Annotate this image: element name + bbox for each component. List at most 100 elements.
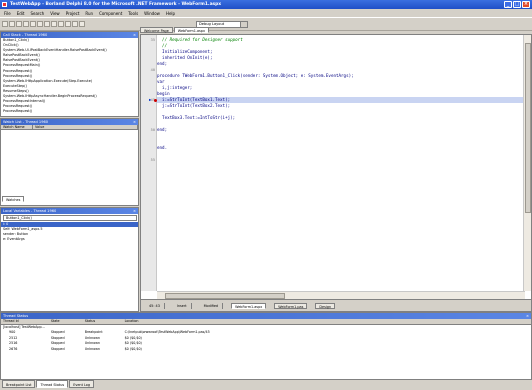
thread-location: $0 ($0,$0) bbox=[124, 346, 142, 351]
title-bar: TestWebApp - Borland Delphi 8.0 for the … bbox=[0, 0, 532, 9]
menu-component[interactable]: Component bbox=[99, 11, 122, 16]
save-icon[interactable] bbox=[16, 21, 22, 27]
local-vars-list: i: 0 Self: WebForm1_aspx.5 sender: Butto… bbox=[1, 222, 138, 242]
menu-edit[interactable]: Edit bbox=[17, 11, 25, 16]
scope-combo[interactable]: Button1_Click() bbox=[3, 215, 137, 221]
column-header-state[interactable]: State bbox=[49, 319, 83, 324]
code-text: procedure TWebForm1.Button1_Click(sender… bbox=[157, 73, 354, 78]
tab-webform1-pas[interactable]: WebForm1.pas bbox=[274, 302, 308, 309]
call-stack-panel: Call Stack - Thread 1960 × Button1_Click… bbox=[0, 31, 139, 117]
menu-search[interactable]: Search bbox=[30, 11, 44, 16]
thread-id: 2676 bbox=[9, 346, 18, 351]
execution-point-icon: ▶ bbox=[149, 97, 152, 102]
code-text: i:=StrToInt(TextBox1.Text); bbox=[157, 97, 231, 102]
watch-title: Watch List - Thread 1960 × bbox=[1, 119, 138, 125]
thread-state: Stopped bbox=[50, 346, 65, 351]
cursor-position: 45: 43 bbox=[145, 302, 165, 309]
maximize-button[interactable]: □ bbox=[513, 1, 521, 8]
close-icon[interactable]: × bbox=[526, 313, 529, 319]
vertical-scrollbar[interactable] bbox=[523, 35, 531, 291]
menu-bar: File Edit Search View Project Run Compon… bbox=[0, 9, 532, 17]
watch-tabs: Watches bbox=[2, 196, 25, 202]
column-header-status[interactable]: Status bbox=[83, 319, 123, 324]
code-text: var bbox=[157, 79, 165, 84]
local-vars-title: Local Variables - Thread 1960 × bbox=[1, 208, 138, 214]
tab-webform1[interactable]: WebForm1.aspx bbox=[173, 27, 209, 33]
tab-breakpoint-list[interactable]: Breakpoint List bbox=[2, 380, 36, 388]
copy-icon[interactable] bbox=[37, 21, 43, 27]
tab-event-log[interactable]: Event Log bbox=[69, 380, 95, 388]
editor-tabs: Welcome Page WebForm1.aspx bbox=[140, 27, 209, 33]
editor-status-bar: 45: 43 Insert Modified WebForm1.aspx Web… bbox=[141, 299, 531, 311]
scroll-thumb[interactable] bbox=[525, 43, 531, 213]
code-text: end; bbox=[157, 127, 168, 132]
undo-icon[interactable] bbox=[51, 21, 57, 27]
horizontal-scrollbar[interactable] bbox=[157, 291, 525, 299]
close-button[interactable]: × bbox=[522, 1, 530, 8]
code-text: i,j:integer; bbox=[157, 85, 193, 90]
run-icon[interactable] bbox=[58, 21, 64, 27]
modified-state: Modified bbox=[200, 302, 224, 309]
editor-gutter[interactable] bbox=[141, 35, 157, 291]
pause-icon[interactable] bbox=[65, 21, 71, 27]
insert-mode: Insert bbox=[173, 302, 192, 309]
column-header-value[interactable]: Value bbox=[33, 125, 138, 129]
breakpoint-icon[interactable] bbox=[154, 98, 157, 102]
menu-tools[interactable]: Tools bbox=[128, 11, 138, 16]
thread-status-title: Thread Status × bbox=[1, 313, 531, 319]
code-text: end. bbox=[157, 145, 168, 150]
menu-window[interactable]: Window bbox=[144, 11, 160, 16]
watch-header: Watch Name Value bbox=[1, 125, 138, 130]
menu-file[interactable]: File bbox=[4, 11, 11, 16]
column-header-watch-name[interactable]: Watch Name bbox=[1, 125, 33, 129]
menu-run[interactable]: Run bbox=[85, 11, 93, 16]
save-all-icon[interactable] bbox=[23, 21, 29, 27]
app-icon bbox=[2, 2, 7, 7]
call-stack-list: Button1_Click() OnClick() System.Web.UI.… bbox=[1, 38, 138, 114]
code-lines: 35 // Required for Designer support // I… bbox=[149, 37, 523, 163]
menu-project[interactable]: Project bbox=[66, 11, 80, 16]
thread-status-panel: Thread Status × Thread Id State Status L… bbox=[0, 312, 532, 380]
tab-watches[interactable]: Watches bbox=[2, 196, 25, 202]
code-text: TextBox3.Text:=IntToStr(i+j); bbox=[157, 115, 236, 120]
close-icon[interactable]: × bbox=[133, 208, 136, 214]
window-title: TestWebApp - Borland Delphi 8.0 for the … bbox=[10, 2, 222, 7]
step-into-icon[interactable] bbox=[79, 21, 85, 27]
thread-status: Unknown bbox=[84, 346, 101, 351]
column-header-thread-id[interactable]: Thread Id bbox=[1, 319, 49, 324]
menu-view[interactable]: View bbox=[50, 11, 60, 16]
menu-help[interactable]: Help bbox=[166, 11, 175, 16]
call-stack-title-text: Call Stack - Thread 1960 bbox=[3, 33, 48, 37]
code-text: InitializeComponent; bbox=[157, 49, 213, 54]
code-editor[interactable]: 35 // Required for Designer support // I… bbox=[140, 34, 532, 312]
debug-window-tabs: Breakpoint List Thread Status Event Log bbox=[0, 380, 532, 390]
tab-welcome-page[interactable]: Welcome Page bbox=[140, 27, 173, 33]
cut-icon[interactable] bbox=[30, 21, 36, 27]
step-over-icon[interactable] bbox=[72, 21, 78, 27]
code-text: end; bbox=[157, 61, 168, 66]
code-line[interactable]: 55 bbox=[151, 157, 523, 163]
line-number: 50 bbox=[150, 128, 155, 132]
tab-design[interactable]: Design bbox=[315, 302, 336, 309]
line-number: 40 bbox=[150, 68, 155, 72]
call-stack-title: Call Stack - Thread 1960 × bbox=[1, 32, 138, 38]
tab-thread-status[interactable]: Thread Status bbox=[36, 380, 69, 388]
close-icon[interactable]: × bbox=[133, 119, 136, 125]
list-item[interactable]: ProcessRequest() bbox=[1, 109, 138, 114]
new-icon[interactable] bbox=[2, 21, 8, 27]
close-icon[interactable]: × bbox=[133, 32, 136, 38]
watch-title-text: Watch List - Thread 1960 bbox=[3, 120, 49, 124]
open-icon[interactable] bbox=[9, 21, 15, 27]
tab-webform1-aspx[interactable]: WebForm1.aspx bbox=[231, 302, 267, 309]
toolbar-row bbox=[2, 21, 85, 27]
table-row[interactable]: 2676 Stopped Unknown $0 ($0,$0) bbox=[1, 347, 531, 353]
paste-icon[interactable] bbox=[44, 21, 50, 27]
minimize-button[interactable]: _ bbox=[504, 1, 512, 8]
code-text: inherited OnInit(e); bbox=[157, 55, 213, 60]
column-header-location[interactable]: Location bbox=[123, 319, 531, 324]
toolbar: Debug Layout bbox=[0, 17, 532, 31]
code-text: // bbox=[157, 43, 168, 48]
thread-status-title-text: Thread Status bbox=[3, 314, 29, 318]
local-vars-title-text: Local Variables - Thread 1960 bbox=[3, 209, 57, 213]
list-item[interactable]: e: EventArgs bbox=[1, 237, 138, 242]
